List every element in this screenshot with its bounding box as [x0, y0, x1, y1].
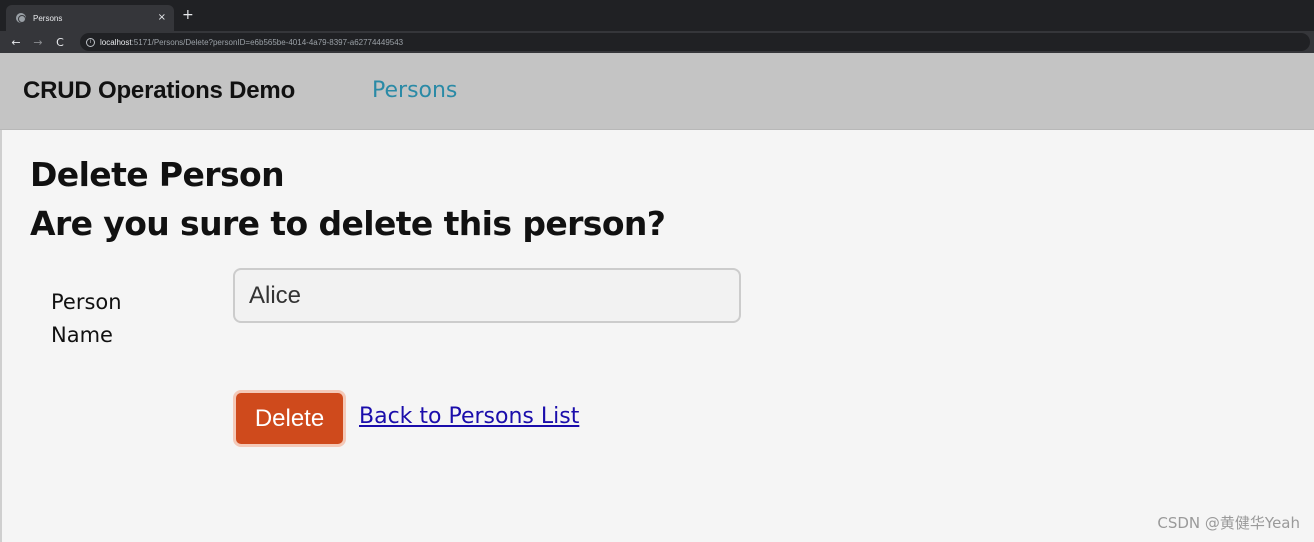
address-bar[interactable]: i localhost:5171/Persons/Delete?personID…	[80, 33, 1310, 51]
back-to-persons-list-link[interactable]: Back to Persons List	[359, 404, 579, 429]
close-icon[interactable]: ×	[158, 13, 166, 23]
person-name-label: Person Name	[51, 290, 122, 347]
page-title: Delete Person	[30, 155, 285, 194]
browser-toolbar: ← → C i localhost:5171/Persons/Delete?pe…	[0, 31, 1314, 53]
tab-title: Persons	[33, 13, 63, 23]
browser-tab-strip: Persons × +	[0, 0, 1314, 31]
new-tab-icon[interactable]: +	[182, 8, 194, 22]
browser-tab[interactable]: Persons ×	[6, 5, 174, 31]
app-navbar: CRUD Operations Demo Persons	[0, 53, 1314, 130]
globe-icon	[16, 13, 26, 23]
url-path: :5171/Persons/Delete?personID=e6b565be-4…	[131, 37, 404, 47]
confirmation-question: Are you sure to delete this person?	[30, 204, 666, 243]
info-icon[interactable]: i	[86, 37, 95, 47]
person-name-input[interactable]	[233, 268, 741, 323]
delete-button[interactable]: Delete	[233, 390, 346, 447]
nav-link-persons[interactable]: Persons	[372, 78, 457, 103]
watermark: CSDN @黄健华Yeah	[1157, 514, 1300, 532]
back-arrow-icon[interactable]: ←	[5, 37, 27, 48]
page-edge	[0, 130, 2, 542]
forward-arrow-icon[interactable]: →	[27, 37, 49, 48]
url-host: localhost	[100, 37, 132, 47]
reload-icon[interactable]: C	[49, 37, 71, 48]
app-brand: CRUD Operations Demo	[23, 77, 296, 104]
